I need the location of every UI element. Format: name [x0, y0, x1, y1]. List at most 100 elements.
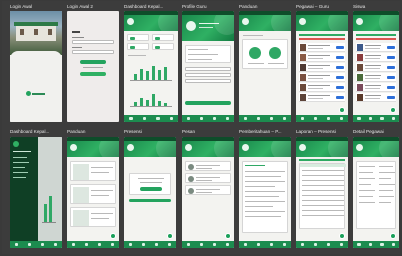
app-logo-icon [26, 91, 46, 96]
screen-pesan [182, 137, 234, 248]
drawer-item[interactable] [13, 172, 28, 173]
username-field[interactable] [72, 40, 114, 44]
bottom-nav [124, 241, 176, 248]
bottom-nav [67, 241, 119, 248]
stat-card[interactable] [152, 43, 174, 50]
screen-label-detail-pegawai: Detail Pegawai [353, 129, 384, 134]
screen-laporan-presensi [296, 137, 348, 248]
fab-button-icon[interactable] [390, 107, 396, 113]
dashboard-header [124, 15, 178, 31]
drawer-item[interactable] [13, 177, 26, 178]
screen-label-pegawai-guru: Pegawai – Guru [296, 4, 329, 9]
list-item[interactable] [356, 83, 396, 92]
screen-label-dashboard-kepala: Dashboard Kepal... [124, 4, 164, 9]
bar-chart [130, 63, 172, 81]
screen-label-profile-guru: Profile Guru [182, 4, 207, 9]
avatar-icon [188, 176, 194, 182]
screen-profile-guru [182, 11, 234, 122]
stat-card[interactable] [152, 34, 174, 41]
screen-label-presensi: Presensi [124, 129, 142, 134]
guide-step-card [70, 161, 116, 181]
fab-button-icon[interactable] [390, 233, 396, 239]
screen-label-dashboard-kepala-2: Dashboard Kepal... [10, 129, 50, 134]
screen-dashboard-drawer [10, 137, 62, 248]
list-item[interactable] [299, 63, 345, 72]
bottom-nav [182, 115, 234, 122]
screen-presensi [124, 137, 176, 248]
bar-chart [130, 91, 172, 107]
screen-label-laporan-presensi: Laporan – Presensi [296, 129, 336, 134]
guide-step-card [70, 207, 116, 227]
screen-siswa [353, 11, 399, 122]
bottom-nav [239, 115, 291, 122]
screen-label-panduan: Panduan [239, 4, 258, 9]
list-item[interactable] [299, 73, 345, 82]
bottom-nav [296, 241, 348, 248]
list-item[interactable] [356, 93, 396, 102]
avatar-icon [186, 21, 196, 31]
bottom-nav [182, 241, 234, 248]
avatar-icon [188, 164, 194, 170]
employee-detail-card [356, 161, 396, 229]
fab-button-icon[interactable] [339, 107, 345, 113]
message-item[interactable] [185, 185, 231, 195]
fab-button-icon[interactable] [339, 233, 345, 239]
attendance-card [129, 173, 171, 195]
screen-label-panduan-2: Panduan [67, 129, 86, 134]
screen-panduan [239, 11, 291, 122]
screen-pegawai-guru [296, 11, 348, 122]
school-building-photo [10, 11, 62, 55]
list-item[interactable] [356, 43, 396, 52]
bottom-nav [239, 241, 291, 248]
screen-detail-pegawai [353, 137, 399, 248]
design-board: Login Awal Login Awal 2 Dashboard Kepal.… [2, 1, 400, 254]
report-table [299, 163, 346, 229]
list-item[interactable] [356, 53, 396, 62]
guide-icon [249, 47, 261, 59]
bottom-nav [124, 115, 178, 122]
password-field[interactable] [72, 50, 114, 54]
list-item[interactable] [299, 43, 345, 52]
fab-button-icon[interactable] [110, 233, 116, 239]
screen-label-siswa: Siswa [353, 4, 366, 9]
screen-pemberitahuan [239, 137, 291, 248]
check-in-button[interactable] [140, 187, 162, 192]
profile-info-card [185, 45, 231, 63]
screen-login-awal-2 [67, 11, 119, 122]
screen-panduan-2 [67, 137, 119, 248]
avatar-icon [188, 188, 194, 194]
login-button[interactable] [80, 60, 106, 65]
fab-button-icon[interactable] [225, 233, 231, 239]
guide-step-card [70, 184, 116, 204]
screen-label-login-awal: Login Awal [10, 4, 33, 9]
drawer-item[interactable] [13, 157, 27, 158]
screen-dashboard-kepala [124, 11, 178, 122]
bottom-nav [296, 115, 348, 122]
notification-list [242, 161, 288, 233]
app-logo-icon [242, 18, 249, 25]
submit-button[interactable] [129, 199, 171, 202]
drawer-item[interactable] [13, 162, 29, 163]
list-item[interactable] [299, 53, 345, 62]
fab-button-icon[interactable] [167, 233, 173, 239]
avatar-icon [13, 141, 19, 147]
bottom-nav [353, 241, 399, 248]
message-item[interactable] [185, 173, 231, 183]
stat-card[interactable] [127, 43, 149, 50]
list-item[interactable] [299, 93, 345, 102]
guide-card[interactable] [242, 39, 288, 69]
side-drawer [10, 137, 38, 248]
register-button[interactable] [80, 72, 106, 77]
nav-home-icon[interactable] [129, 116, 133, 121]
list-item[interactable] [356, 63, 396, 72]
profile-header [182, 15, 234, 41]
list-item[interactable] [299, 83, 345, 92]
screen-label-pesan: Pesan [182, 129, 196, 134]
stat-card[interactable] [127, 34, 149, 41]
save-button[interactable] [185, 101, 231, 106]
screen-label-login-awal-2: Login Awal 2 [67, 4, 93, 9]
drawer-item[interactable] [13, 167, 25, 168]
bottom-nav [353, 115, 399, 122]
message-item[interactable] [185, 161, 231, 171]
list-item[interactable] [356, 73, 396, 82]
